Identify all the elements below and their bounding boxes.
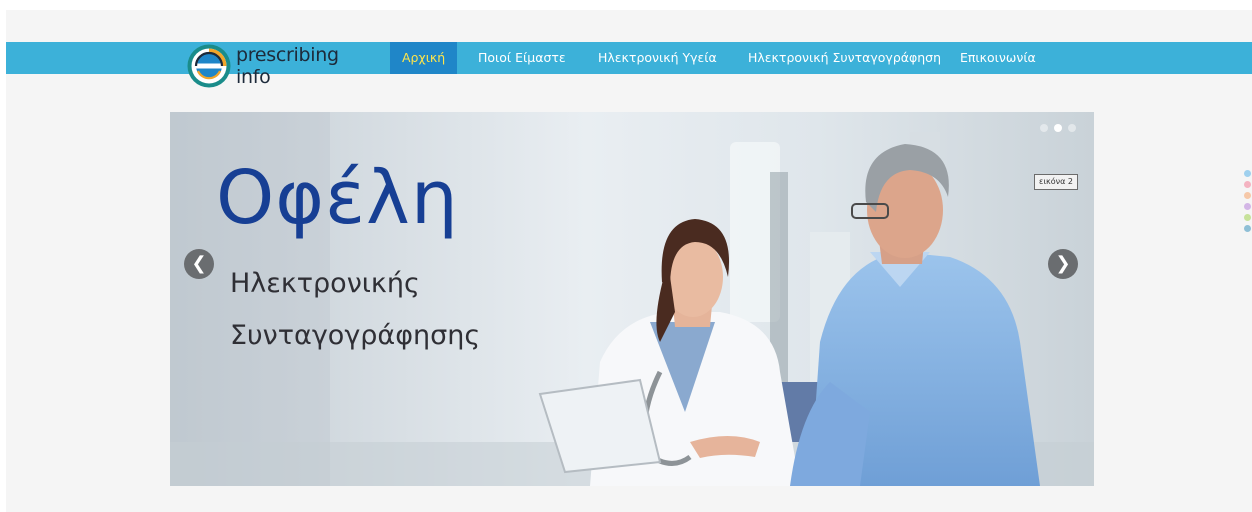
brand-logo[interactable]: prescribing info bbox=[186, 40, 376, 92]
color-dot-teal[interactable] bbox=[1244, 225, 1251, 232]
slider-dot-1[interactable] bbox=[1040, 124, 1048, 132]
nav-item-about[interactable]: Ποιοί Είμαστε bbox=[466, 42, 578, 74]
color-dot-pink[interactable] bbox=[1244, 181, 1251, 188]
prescribing-info-logo-icon bbox=[186, 43, 232, 89]
chevron-left-icon: ❮ bbox=[191, 253, 207, 274]
slide-caption-badge: εικόνα 2 bbox=[1034, 174, 1079, 190]
slide-title: Οφέλη bbox=[216, 155, 459, 241]
slide-subtitle-line1: Ηλεκτρονικής bbox=[230, 268, 420, 299]
slider-dot-2[interactable] bbox=[1054, 124, 1062, 132]
brand-name: prescribing info bbox=[236, 44, 339, 88]
color-dot-lavender[interactable] bbox=[1244, 203, 1251, 210]
slider-next-button[interactable]: ❯ bbox=[1048, 249, 1078, 279]
chevron-right-icon: ❯ bbox=[1055, 253, 1071, 274]
color-dot-green[interactable] bbox=[1244, 214, 1251, 221]
style-switcher-dots bbox=[1244, 170, 1251, 236]
nav-item-eprescribing[interactable]: Ηλεκτρονική Συνταγογράφηση bbox=[736, 42, 953, 74]
color-dot-peach[interactable] bbox=[1244, 192, 1251, 199]
slider-pagination bbox=[1040, 124, 1076, 132]
slide-subtitle-line2: Συνταγογράφησης bbox=[230, 320, 481, 351]
slider-dot-3[interactable] bbox=[1068, 124, 1076, 132]
nav-item-home[interactable]: Αρχική bbox=[390, 42, 458, 74]
color-dot-blue[interactable] bbox=[1244, 170, 1251, 177]
nav-item-contact[interactable]: Επικοινωνία bbox=[948, 42, 1048, 74]
nav-item-ehealth[interactable]: Ηλεκτρονική Υγεία bbox=[586, 42, 729, 74]
slider-prev-button[interactable]: ❮ bbox=[184, 249, 214, 279]
